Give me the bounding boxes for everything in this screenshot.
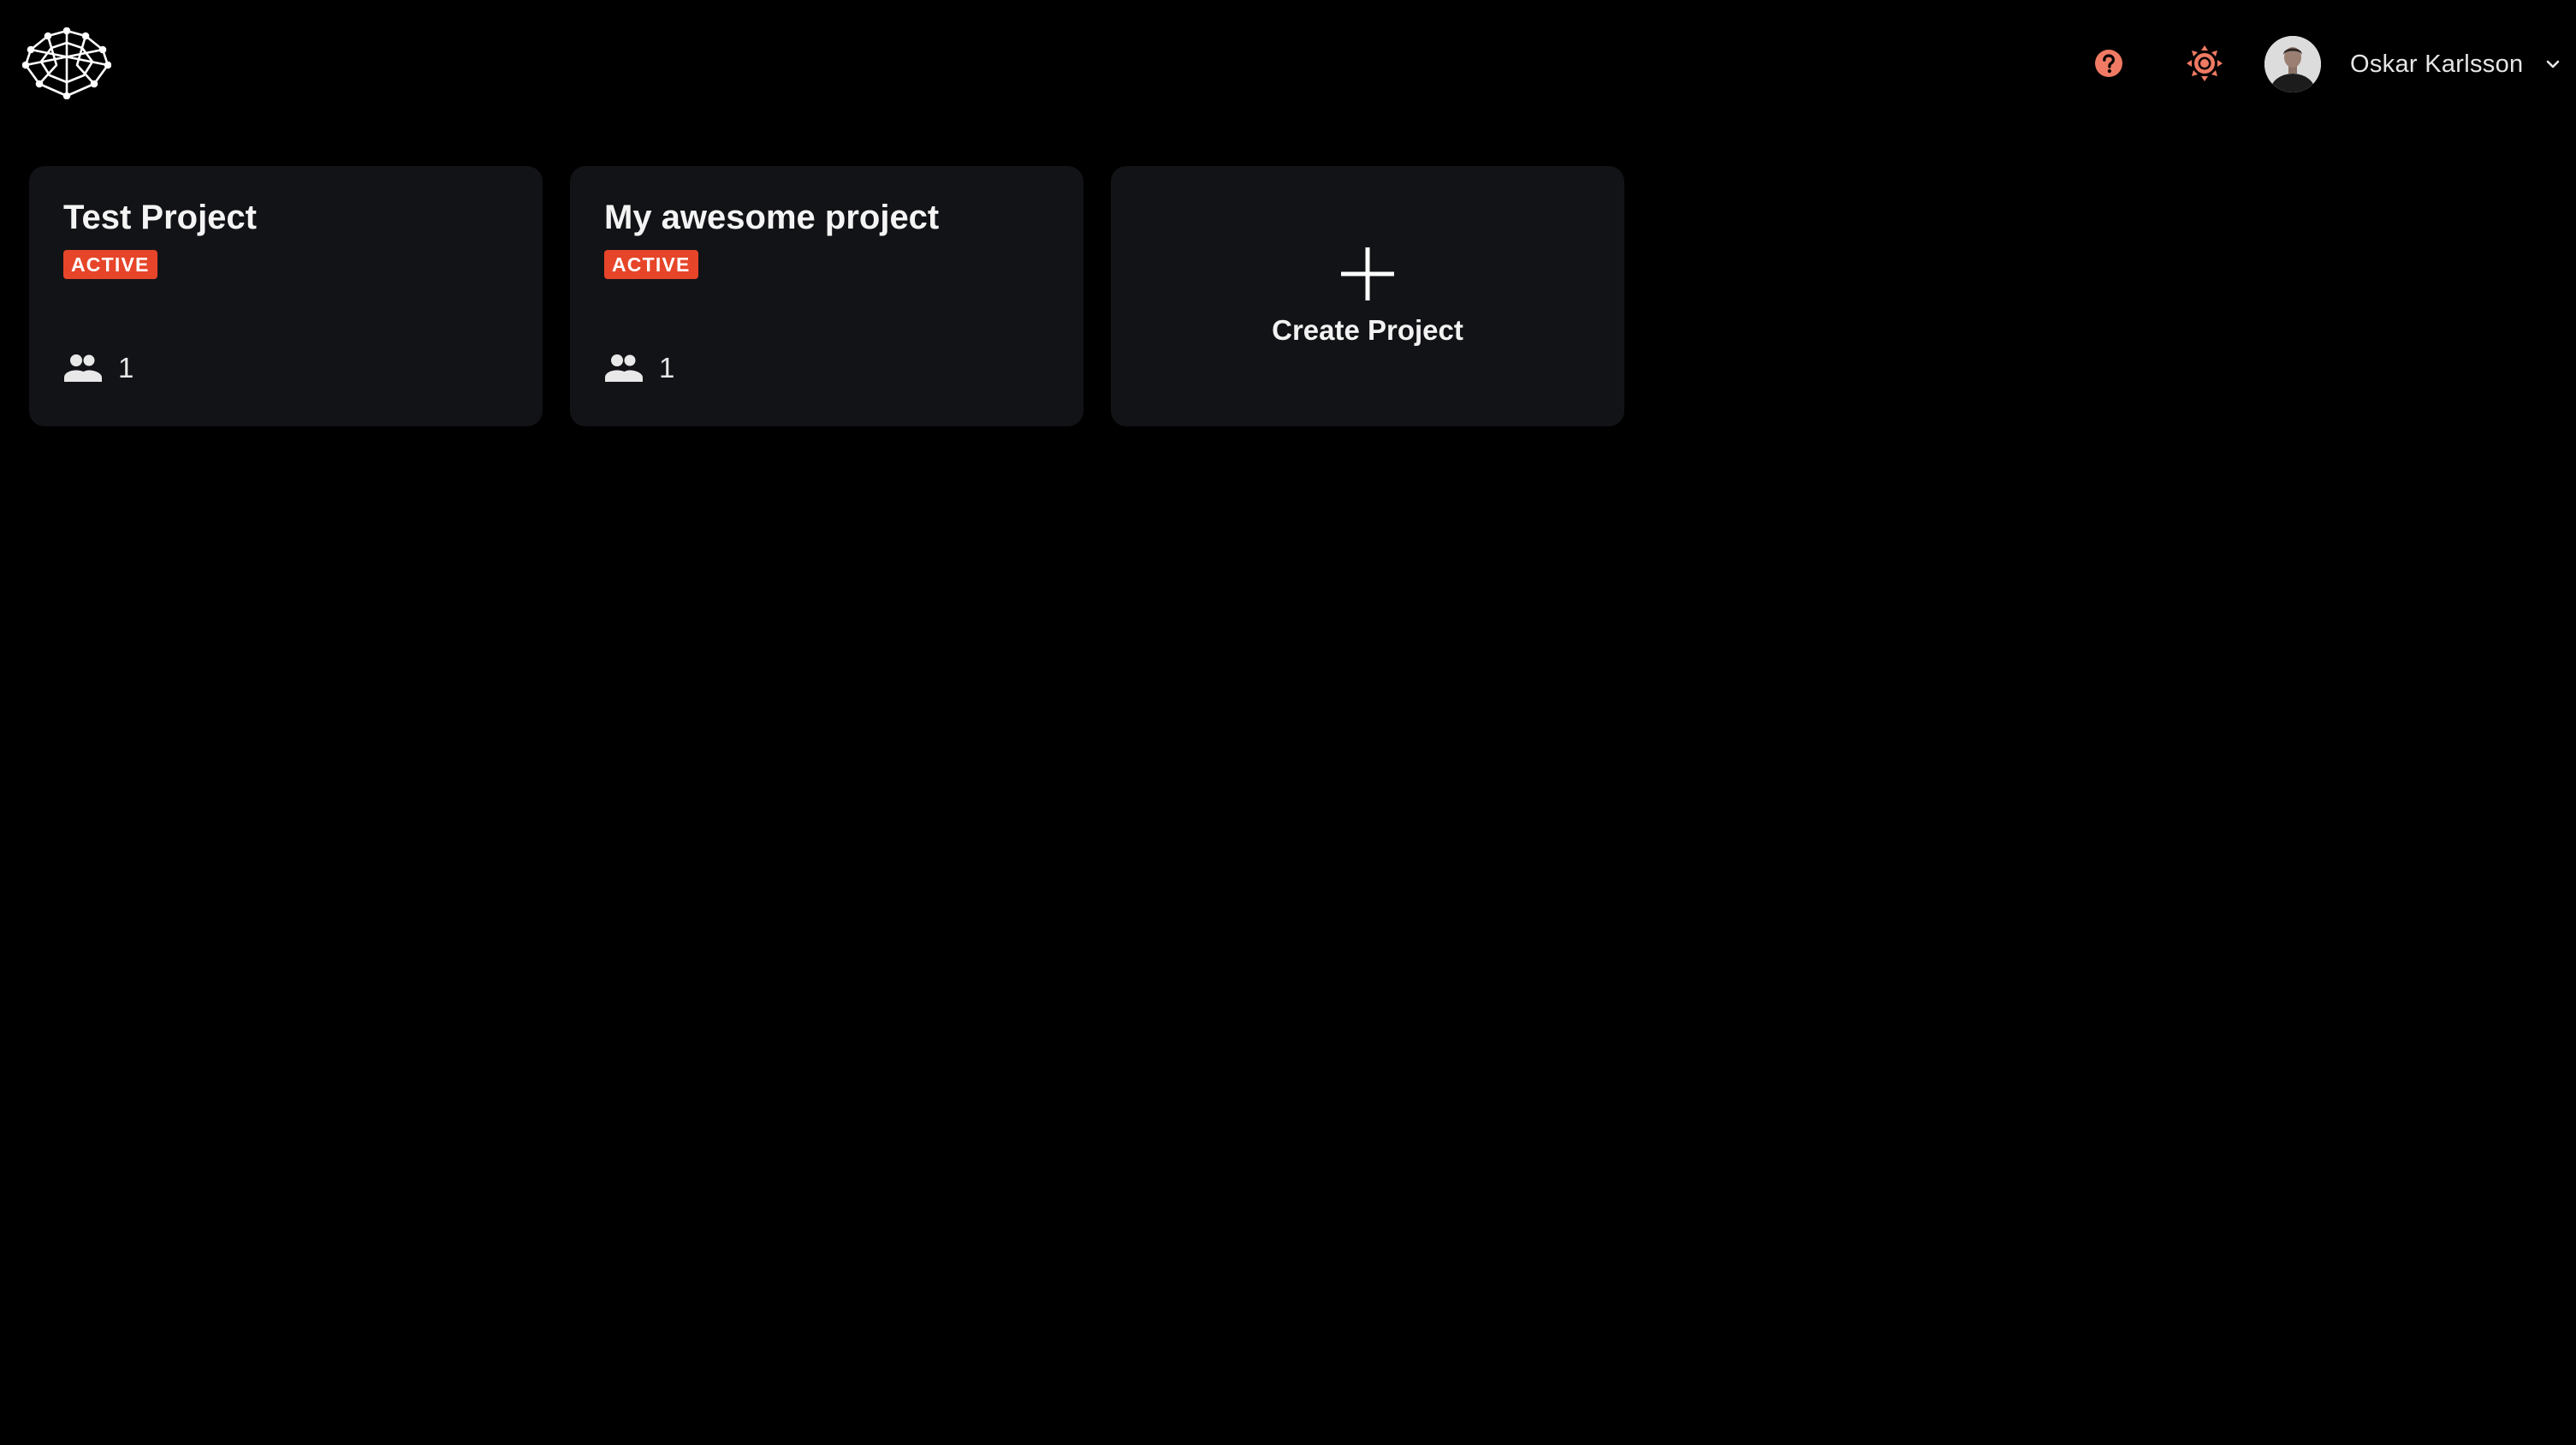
member-count: 1 [604, 351, 674, 385]
create-project-button[interactable]: Create Project [1111, 166, 1624, 426]
project-title: My awesome project [604, 199, 940, 236]
help-icon [2095, 50, 2122, 77]
members-count: 1 [659, 352, 675, 384]
member-count: 1 [63, 351, 134, 385]
app-logo-icon[interactable] [21, 27, 112, 100]
avatar[interactable] [2264, 36, 2321, 92]
project-card[interactable]: Test Project ACTIVE 1 [29, 166, 543, 426]
status-badge: ACTIVE [63, 250, 157, 279]
user-name[interactable]: Oskar Karlsson [2350, 51, 2523, 79]
members-count: 1 [118, 352, 134, 384]
plus-icon [1341, 247, 1394, 300]
people-icon [605, 354, 643, 382]
project-title: Test Project [63, 199, 257, 236]
create-project-label: Create Project [1272, 314, 1463, 346]
people-icon [64, 354, 102, 382]
project-card[interactable]: My awesome project ACTIVE 1 [570, 166, 1083, 426]
user-menu[interactable]: Oskar Karlsson [2264, 34, 2564, 94]
top-bar: Oskar Karlsson [0, 0, 2576, 128]
theme-toggle-button[interactable] [2179, 38, 2230, 89]
status-badge: ACTIVE [604, 250, 698, 279]
chevron-down-icon[interactable] [2542, 53, 2564, 75]
help-button[interactable] [2083, 38, 2134, 89]
sun-icon [2187, 45, 2223, 81]
